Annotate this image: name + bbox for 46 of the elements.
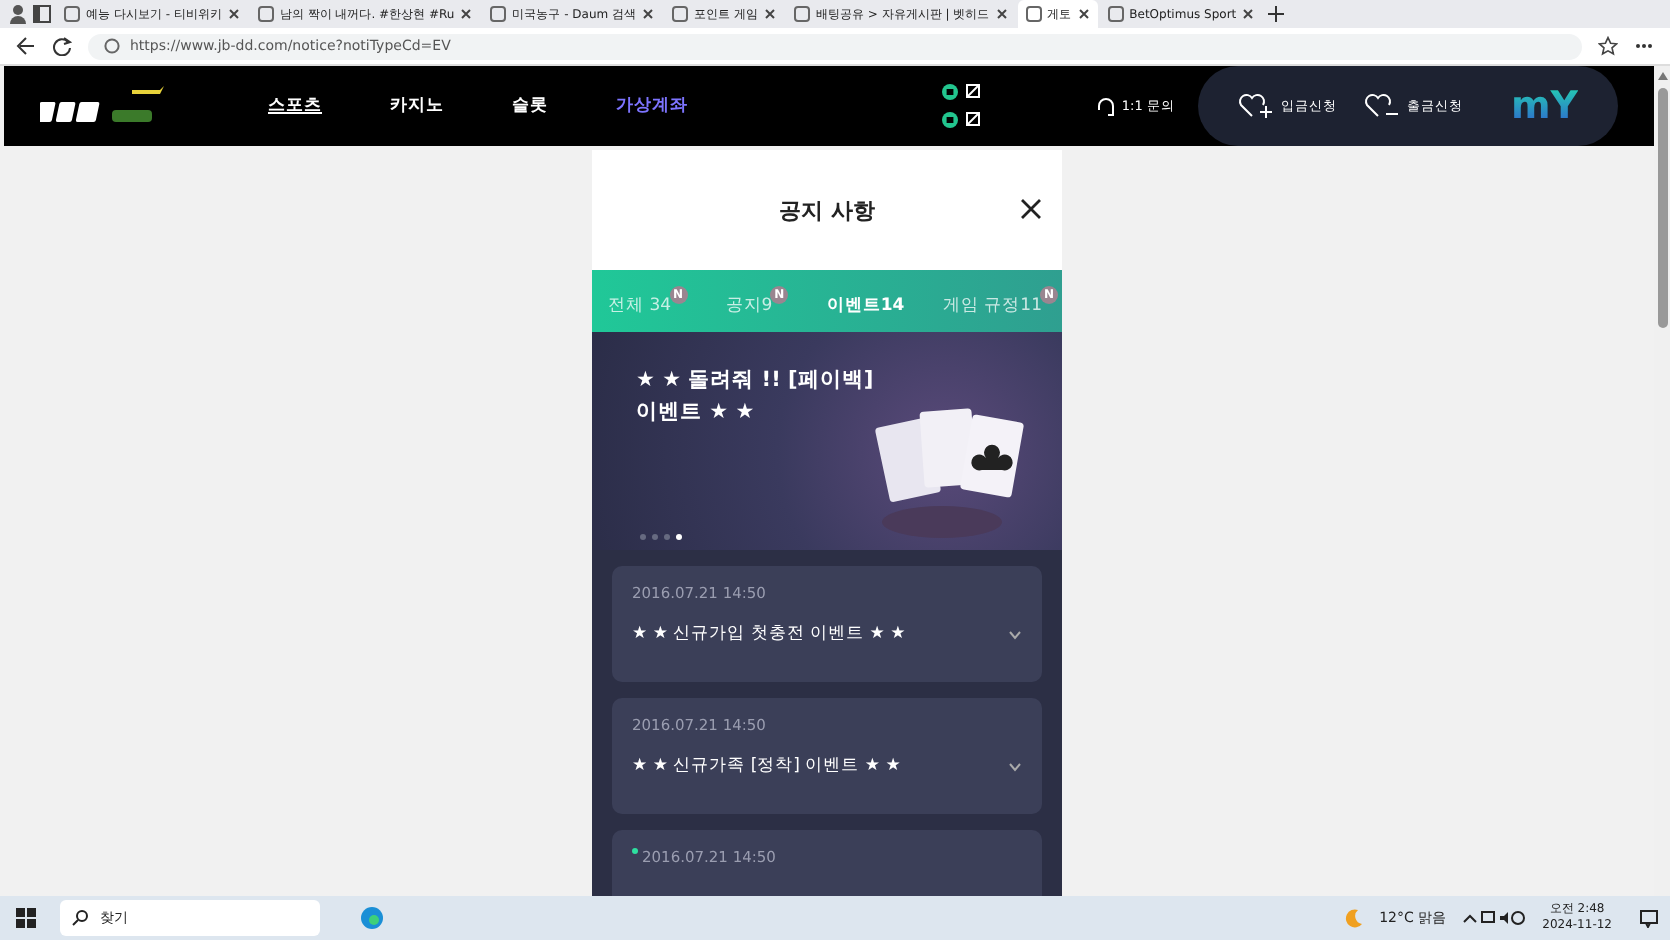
close-icon[interactable] [1242, 8, 1255, 20]
notice-title: ★ ★ 신규가입 첫충전 이벤트 ★ ★ [632, 622, 906, 646]
profile-icon[interactable] [8, 0, 28, 28]
new-tab-icon[interactable] [1264, 0, 1289, 28]
favicon-icon [1107, 6, 1124, 22]
chevron-icon[interactable] [1008, 629, 1022, 639]
reload-icon[interactable] [52, 36, 72, 56]
favicon-icon [490, 6, 507, 22]
nav-link[interactable]: 카지노 [390, 94, 444, 118]
modal-title: 공지 사항 [779, 195, 875, 225]
star-icon[interactable] [1598, 36, 1618, 56]
close-icon[interactable] [460, 8, 473, 20]
search-icon [72, 910, 88, 927]
tab-actions-icon[interactable] [30, 0, 54, 28]
scroll-up-icon[interactable] [1657, 72, 1667, 80]
slide-dot[interactable] [664, 534, 670, 540]
close-icon[interactable] [1020, 198, 1042, 220]
heart-plus-icon [1238, 92, 1275, 120]
chevron-icon[interactable] [1008, 761, 1022, 771]
tray-icons[interactable] [1462, 910, 1527, 927]
banner-title: ★ ★ 돌려줘 !! [페이백] 이벤트 ★ ★ [636, 366, 876, 428]
windows-start-icon[interactable] [16, 908, 36, 929]
close-icon[interactable] [763, 8, 776, 20]
back-icon[interactable] [16, 36, 36, 56]
slide-dot[interactable] [676, 534, 682, 540]
nav-link[interactable]: 스포츠 [268, 94, 322, 118]
slide-dot[interactable] [640, 534, 646, 540]
close-icon[interactable] [995, 8, 1008, 20]
favicon-icon [64, 6, 80, 22]
headset-icon [1095, 96, 1116, 116]
nav-link[interactable]: 슬롯 [512, 94, 548, 118]
browser-icon[interactable] [360, 906, 384, 931]
heart-minus-icon [1364, 92, 1401, 120]
slide-dot[interactable] [652, 534, 658, 540]
favicon-icon [672, 6, 689, 22]
close-icon[interactable] [227, 8, 240, 20]
close-icon[interactable] [642, 8, 655, 20]
favicon-icon [257, 6, 274, 22]
notice-title: ★ ★ 신규가족 [정착] 이벤트 ★ ★ [632, 754, 901, 778]
moon-icon [1343, 908, 1364, 929]
favicon-icon [1025, 6, 1042, 22]
info-icon [104, 38, 120, 54]
close-icon[interactable] [1077, 8, 1090, 20]
nav-link[interactable]: 가상계좌 [616, 94, 688, 118]
notification-icon[interactable] [1640, 909, 1658, 928]
favicon-icon [793, 6, 810, 22]
